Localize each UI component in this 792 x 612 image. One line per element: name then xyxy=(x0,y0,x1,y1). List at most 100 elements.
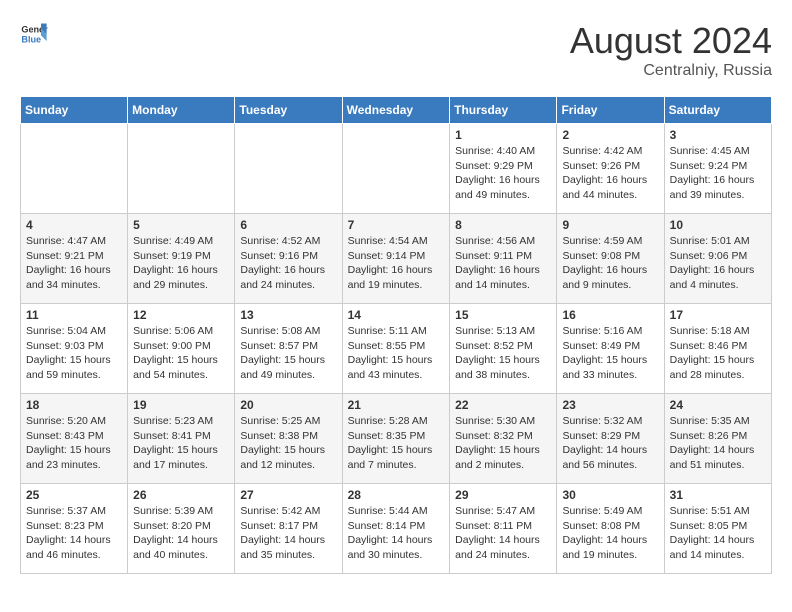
calendar-cell: 20Sunrise: 5:25 AM Sunset: 8:38 PM Dayli… xyxy=(235,394,342,484)
day-info: Sunrise: 5:42 AM Sunset: 8:17 PM Dayligh… xyxy=(240,504,336,563)
calendar-cell: 11 Sunrise: 5:04 AM Sunset: 9:03 PM Dayli… xyxy=(21,304,128,394)
day-number: 24 xyxy=(670,398,766,412)
day-number: 4 xyxy=(26,218,122,232)
calendar-week-row: 4 Sunrise: 4:47 AM Sunset: 9:21 PM Daylig… xyxy=(21,214,772,304)
day-info: Sunrise: 4:56 AM Sunset: 9:11 PM Dayligh… xyxy=(455,234,551,293)
calendar-cell: 26 Sunrise: 5:39 AM Sunset: 8:20 PM Dayli… xyxy=(128,484,235,574)
day-number: 31 xyxy=(670,488,766,502)
logo-icon: General Blue xyxy=(20,20,48,48)
day-number: 17 xyxy=(670,308,766,322)
calendar-cell: 12 Sunrise: 5:06 AM Sunset: 9:00 PM Dayli… xyxy=(128,304,235,394)
calendar-cell: 19Sunrise: 5:23 AM Sunset: 8:41 PM Dayli… xyxy=(128,394,235,484)
day-info: Sunrise: 5:32 AM Sunset: 8:29 PM Dayligh… xyxy=(562,414,658,473)
day-info: Sunrise: 5:06 AM Sunset: 9:00 PM Dayligh… xyxy=(133,324,229,383)
day-info: Sunrise: 4:49 AM Sunset: 9:19 PM Dayligh… xyxy=(133,234,229,293)
calendar-cell: 28 Sunrise: 5:44 AM Sunset: 8:14 PM Dayli… xyxy=(342,484,450,574)
day-number: 7 xyxy=(348,218,445,232)
calendar-cell: 25Sunrise: 5:37 AM Sunset: 8:23 PM Dayli… xyxy=(21,484,128,574)
calendar-cell: 15 Sunrise: 5:13 AM Sunset: 8:52 PM Dayli… xyxy=(450,304,557,394)
day-info: Sunrise: 5:28 AM Sunset: 8:35 PM Dayligh… xyxy=(348,414,445,473)
calendar-cell xyxy=(128,124,235,214)
calendar-cell: 27 Sunrise: 5:42 AM Sunset: 8:17 PM Dayli… xyxy=(235,484,342,574)
day-number: 20 xyxy=(240,398,336,412)
day-info: Sunrise: 5:04 AM Sunset: 9:03 PM Dayligh… xyxy=(26,324,122,383)
weekday-header-tuesday: Tuesday xyxy=(235,97,342,124)
day-info: Sunrise: 4:42 AM Sunset: 9:26 PM Dayligh… xyxy=(562,144,658,203)
day-info: Sunrise: 5:37 AM Sunset: 8:23 PM Dayligh… xyxy=(26,504,122,563)
calendar-cell: 7Sunrise: 4:54 AM Sunset: 9:14 PM Daylig… xyxy=(342,214,450,304)
day-number: 28 xyxy=(348,488,445,502)
calendar-cell: 13 Sunrise: 5:08 AM Sunset: 8:57 PM Dayli… xyxy=(235,304,342,394)
day-info: Sunrise: 5:51 AM Sunset: 8:05 PM Dayligh… xyxy=(670,504,766,563)
day-number: 27 xyxy=(240,488,336,502)
logo: General Blue xyxy=(20,20,48,48)
day-info: Sunrise: 5:49 AM Sunset: 8:08 PM Dayligh… xyxy=(562,504,658,563)
svg-text:Blue: Blue xyxy=(21,34,41,44)
calendar-cell: 30 Sunrise: 5:49 AM Sunset: 8:08 PM Dayli… xyxy=(557,484,664,574)
day-number: 22 xyxy=(455,398,551,412)
day-info: Sunrise: 5:13 AM Sunset: 8:52 PM Dayligh… xyxy=(455,324,551,383)
day-number: 14 xyxy=(348,308,445,322)
calendar-week-row: 18Sunrise: 5:20 AM Sunset: 8:43 PM Dayli… xyxy=(21,394,772,484)
calendar-table: SundayMondayTuesdayWednesdayThursdayFrid… xyxy=(20,96,772,574)
day-number: 15 xyxy=(455,308,551,322)
day-number: 9 xyxy=(562,218,658,232)
calendar-cell: 21 Sunrise: 5:28 AM Sunset: 8:35 PM Dayli… xyxy=(342,394,450,484)
day-info: Sunrise: 4:40 AM Sunset: 9:29 PM Dayligh… xyxy=(455,144,551,203)
calendar-cell: 3Sunrise: 4:45 AM Sunset: 9:24 PM Daylig… xyxy=(664,124,771,214)
day-number: 1 xyxy=(455,128,551,142)
day-info: Sunrise: 5:11 AM Sunset: 8:55 PM Dayligh… xyxy=(348,324,445,383)
calendar-week-row: 1 Sunrise: 4:40 AM Sunset: 9:29 PM Daylig… xyxy=(21,124,772,214)
day-info: Sunrise: 5:18 AM Sunset: 8:46 PM Dayligh… xyxy=(670,324,766,383)
day-number: 10 xyxy=(670,218,766,232)
day-number: 8 xyxy=(455,218,551,232)
day-info: Sunrise: 4:59 AM Sunset: 9:08 PM Dayligh… xyxy=(562,234,658,293)
day-number: 18 xyxy=(26,398,122,412)
day-info: Sunrise: 4:47 AM Sunset: 9:21 PM Dayligh… xyxy=(26,234,122,293)
calendar-week-row: 11 Sunrise: 5:04 AM Sunset: 9:03 PM Dayli… xyxy=(21,304,772,394)
page-header: General Blue August 2024 Centralniy, Rus… xyxy=(20,20,772,80)
weekday-header-saturday: Saturday xyxy=(664,97,771,124)
calendar-cell: 17 Sunrise: 5:18 AM Sunset: 8:46 PM Dayli… xyxy=(664,304,771,394)
day-info: Sunrise: 5:23 AM Sunset: 8:41 PM Dayligh… xyxy=(133,414,229,473)
calendar-cell: 8 Sunrise: 4:56 AM Sunset: 9:11 PM Daylig… xyxy=(450,214,557,304)
day-number: 23 xyxy=(562,398,658,412)
calendar-cell: 24 Sunrise: 5:35 AM Sunset: 8:26 PM Dayli… xyxy=(664,394,771,484)
weekday-header-row: SundayMondayTuesdayWednesdayThursdayFrid… xyxy=(21,97,772,124)
day-number: 3 xyxy=(670,128,766,142)
day-number: 30 xyxy=(562,488,658,502)
calendar-cell: 1 Sunrise: 4:40 AM Sunset: 9:29 PM Daylig… xyxy=(450,124,557,214)
day-info: Sunrise: 4:52 AM Sunset: 9:16 PM Dayligh… xyxy=(240,234,336,293)
day-info: Sunrise: 5:39 AM Sunset: 8:20 PM Dayligh… xyxy=(133,504,229,563)
calendar-cell: 31 Sunrise: 5:51 AM Sunset: 8:05 PM Dayli… xyxy=(664,484,771,574)
day-number: 13 xyxy=(240,308,336,322)
day-number: 26 xyxy=(133,488,229,502)
day-number: 21 xyxy=(348,398,445,412)
calendar-cell: 2 Sunrise: 4:42 AM Sunset: 9:26 PM Daylig… xyxy=(557,124,664,214)
calendar-cell: 16 Sunrise: 5:16 AM Sunset: 8:49 PM Dayli… xyxy=(557,304,664,394)
day-number: 12 xyxy=(133,308,229,322)
calendar-week-row: 25Sunrise: 5:37 AM Sunset: 8:23 PM Dayli… xyxy=(21,484,772,574)
calendar-cell: 4 Sunrise: 4:47 AM Sunset: 9:21 PM Daylig… xyxy=(21,214,128,304)
day-info: Sunrise: 5:44 AM Sunset: 8:14 PM Dayligh… xyxy=(348,504,445,563)
calendar-cell: 10Sunrise: 5:01 AM Sunset: 9:06 PM Dayli… xyxy=(664,214,771,304)
day-info: Sunrise: 5:16 AM Sunset: 8:49 PM Dayligh… xyxy=(562,324,658,383)
weekday-header-sunday: Sunday xyxy=(21,97,128,124)
calendar-cell: 9 Sunrise: 4:59 AM Sunset: 9:08 PM Daylig… xyxy=(557,214,664,304)
day-number: 29 xyxy=(455,488,551,502)
calendar-cell: 6Sunrise: 4:52 AM Sunset: 9:16 PM Daylig… xyxy=(235,214,342,304)
day-info: Sunrise: 5:47 AM Sunset: 8:11 PM Dayligh… xyxy=(455,504,551,563)
location-subtitle: Centralniy, Russia xyxy=(570,62,772,80)
calendar-cell xyxy=(21,124,128,214)
calendar-cell xyxy=(235,124,342,214)
weekday-header-wednesday: Wednesday xyxy=(342,97,450,124)
calendar-cell: 23 Sunrise: 5:32 AM Sunset: 8:29 PM Dayli… xyxy=(557,394,664,484)
day-number: 11 xyxy=(26,308,122,322)
day-info: Sunrise: 5:30 AM Sunset: 8:32 PM Dayligh… xyxy=(455,414,551,473)
day-info: Sunrise: 5:35 AM Sunset: 8:26 PM Dayligh… xyxy=(670,414,766,473)
calendar-cell: 14 Sunrise: 5:11 AM Sunset: 8:55 PM Dayli… xyxy=(342,304,450,394)
day-number: 2 xyxy=(562,128,658,142)
day-info: Sunrise: 5:08 AM Sunset: 8:57 PM Dayligh… xyxy=(240,324,336,383)
day-number: 16 xyxy=(562,308,658,322)
calendar-cell: 5Sunrise: 4:49 AM Sunset: 9:19 PM Daylig… xyxy=(128,214,235,304)
